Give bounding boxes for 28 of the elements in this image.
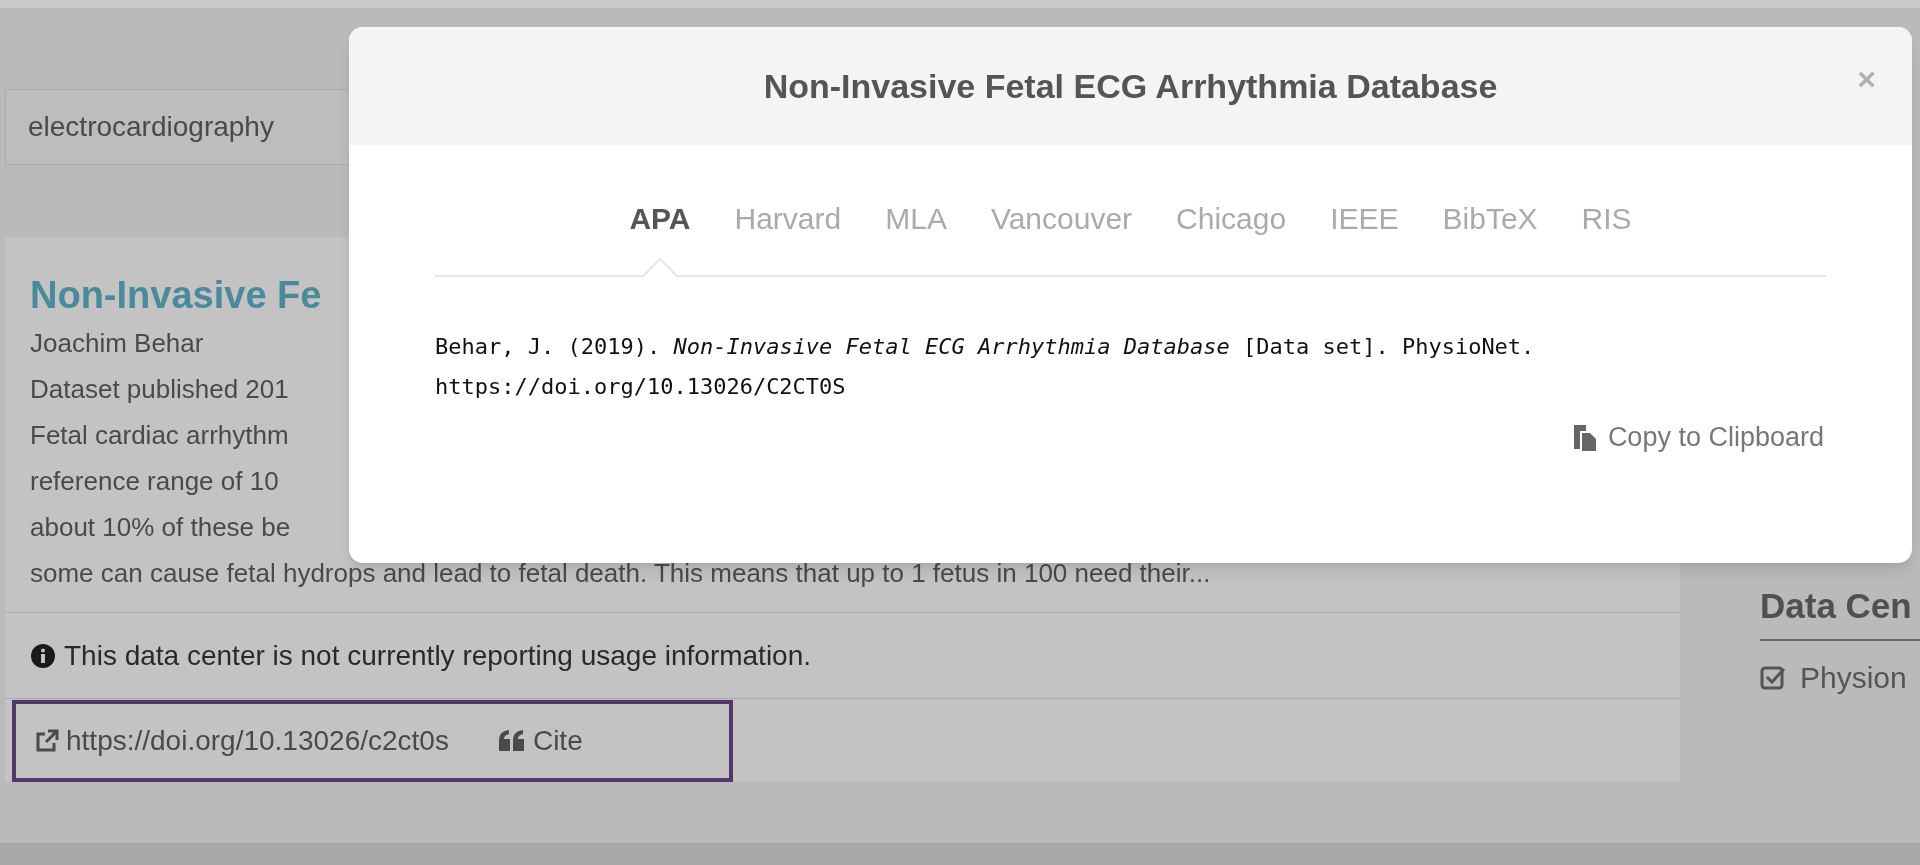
clipboard-icon	[1571, 423, 1598, 452]
external-link-icon	[34, 727, 60, 754]
usage-note: This data center is not currently reporting usage information.	[64, 638, 812, 673]
result-text: reference range of 10	[30, 465, 279, 498]
citation-tab[interactable]: Harvard	[734, 196, 842, 241]
citation-tab[interactable]: MLA	[885, 196, 947, 241]
doi-link[interactable]: https://doi.org/10.13026/c2ct0s	[34, 719, 449, 762]
checkbox[interactable]	[1760, 664, 1786, 690]
result-text: Fetal cardiac arrhythm	[30, 419, 289, 452]
citation-tab[interactable]: Vancouver	[990, 196, 1133, 241]
info-icon	[30, 642, 56, 669]
citation-tab[interactable]: APA	[629, 196, 691, 241]
sidebar-heading: Data Cen	[1760, 580, 1920, 641]
citation-tab[interactable]: RIS	[1581, 196, 1632, 241]
copy-button[interactable]: Copy to Clipboard	[1571, 417, 1824, 458]
cite-button[interactable]: Cite	[498, 719, 583, 762]
citation-tab[interactable]: Chicago	[1176, 196, 1287, 241]
citation-text: Behar, J. (2019). Non-Invasive Fetal ECG Arrhythmia Database [Data set]. PhysioNet. https://doi.org/10.13026/C2CT0S	[435, 333, 1536, 401]
result-text: Dataset published 201	[30, 373, 289, 406]
filter-label: Physion	[1800, 659, 1907, 696]
result-text: about 10% of these be	[30, 511, 291, 544]
result-text: some can cause fetal hydrops and lead to fetal death. This means that up to 1 fetus in 100 need their...	[30, 557, 1211, 590]
quote-icon	[498, 729, 525, 752]
result-text: Joachim Behar	[30, 327, 204, 360]
citation-tab[interactable]: BibTeX	[1442, 196, 1538, 241]
citation-tab[interactable]: IEEE	[1330, 196, 1399, 241]
dialog-title: Non-Invasive Fetal ECG Arrhythmia Database	[763, 65, 1498, 107]
close-button[interactable]: ×	[1857, 55, 1876, 103]
